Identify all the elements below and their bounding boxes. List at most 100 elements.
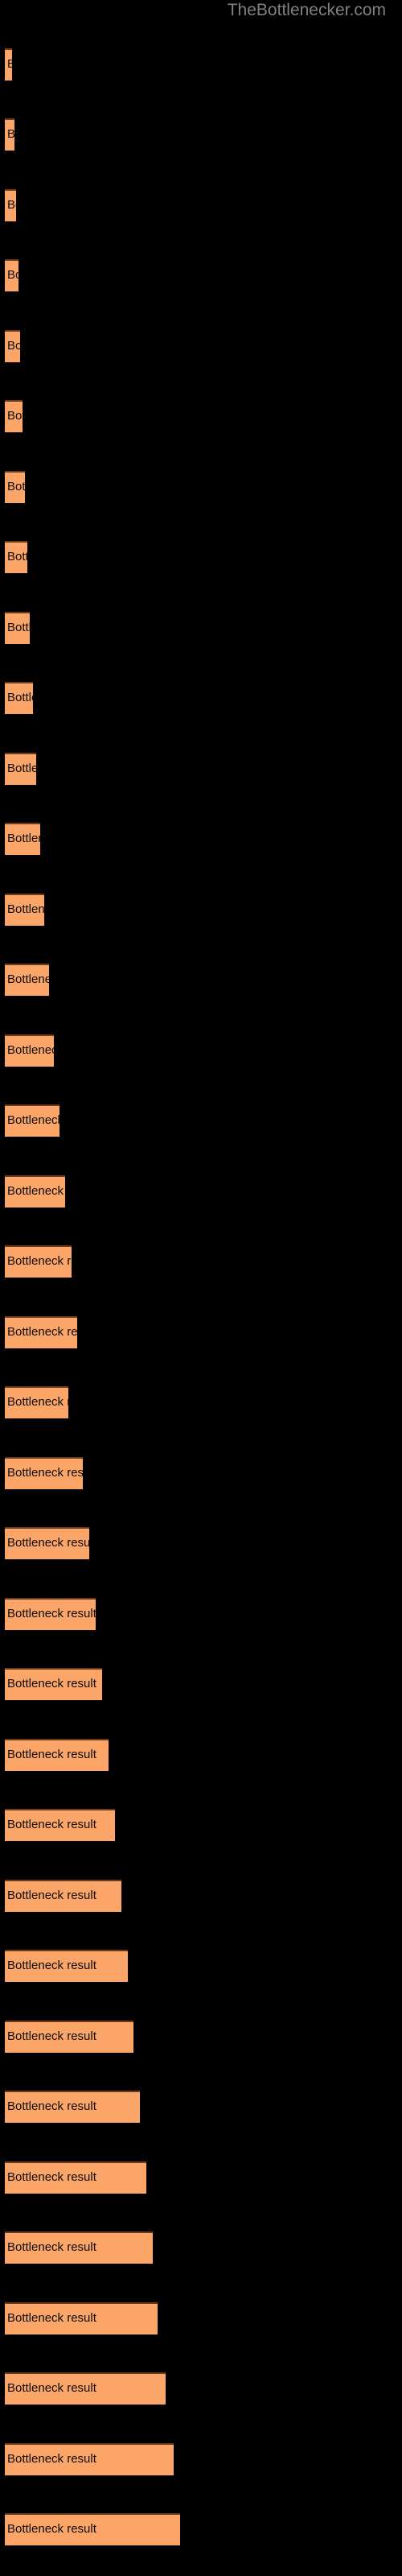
bar-label: Bottleneck result (7, 409, 23, 423)
bar-label: Bottleneck result (7, 2170, 96, 2184)
bar-label: Bottleneck result (7, 550, 27, 564)
bar-label: Bottleneck result (7, 198, 16, 212)
bar-label: Bottleneck result (7, 268, 18, 282)
bar-row: Bottleneck result (0, 823, 402, 857)
bar: Bottleneck result (5, 2231, 153, 2264)
bar: Bottleneck result (5, 823, 40, 855)
bar-row: Bottleneck result (0, 1175, 402, 1209)
bar: Bottleneck result (5, 2161, 146, 2194)
bar-row: Bottleneck result (0, 682, 402, 716)
bar-row: Bottleneck result (0, 894, 402, 927)
bar-row: Bottleneck result (0, 1104, 402, 1138)
bar-row: Bottleneck result (0, 1316, 402, 1350)
bar: Bottleneck result (5, 612, 30, 644)
bar: Bottleneck result (5, 682, 33, 714)
bar: Bottleneck result (5, 1950, 128, 1982)
bar: Bottleneck result (5, 2302, 158, 2334)
bar-label: Bottleneck result (7, 127, 14, 142)
bar-label: Bottleneck result (7, 621, 30, 634)
bar-label: Bottleneck result (7, 691, 33, 704)
bar-label: Bottleneck result (7, 1677, 96, 1690)
bar-row: Bottleneck result (0, 2443, 402, 2477)
bar-label: Bottleneck result (7, 1818, 96, 1831)
bar-label: Bottleneck result (7, 1607, 96, 1620)
bar-row: Bottleneck result (0, 189, 402, 223)
bar-label: Bottleneck result (7, 1748, 96, 1761)
bar-row: Bottleneck result (0, 2021, 402, 2054)
bar: Bottleneck result (5, 1175, 65, 1208)
bar-label: Bottleneck result (7, 2452, 96, 2466)
bar: Bottleneck result (5, 1809, 115, 1841)
bar-label: Bottleneck result (7, 1959, 96, 1972)
bar: Bottleneck result (5, 2513, 180, 2545)
bar-row: Bottleneck result (0, 2302, 402, 2336)
bar-row: Bottleneck result (0, 48, 402, 82)
bar-row: Bottleneck result (0, 2161, 402, 2195)
bar-label: Bottleneck result (7, 1254, 72, 1268)
bar-chart: Bottleneck result Bottleneck result Bottle… (0, 0, 402, 2576)
bar-label: Bottleneck result (7, 1043, 54, 1057)
bar-row: Bottleneck result (0, 541, 402, 575)
bar-row: Bottleneck result (0, 330, 402, 364)
bar: Bottleneck result (5, 2443, 174, 2475)
bar: Bottleneck result (5, 1034, 54, 1067)
bar: Bottleneck result (5, 48, 12, 80)
bar-label: Bottleneck result (7, 57, 12, 72)
bar: Bottleneck result (5, 1880, 121, 1912)
bar-row: Bottleneck result (0, 1245, 402, 1279)
bar: Bottleneck result (5, 330, 20, 362)
bar-label: Bottleneck result (7, 902, 44, 916)
bar: Bottleneck result (5, 1527, 89, 1559)
bar: Bottleneck result (5, 1598, 96, 1630)
bar: Bottleneck result (5, 1245, 72, 1278)
bar-row: Bottleneck result (0, 1034, 402, 1068)
bar: Bottleneck result (5, 471, 25, 503)
bar: Bottleneck result (5, 1386, 68, 1418)
bar: Bottleneck result (5, 1739, 109, 1771)
bar-row: Bottleneck result (0, 2513, 402, 2547)
bar-label: Bottleneck result (7, 1184, 65, 1198)
bar-row: Bottleneck result (0, 2091, 402, 2124)
bar-row: Bottleneck result (0, 1809, 402, 1843)
bar-label: Bottleneck result (7, 1325, 77, 1339)
bar-row: Bottleneck result (0, 2231, 402, 2265)
bar-row: Bottleneck result (0, 400, 402, 434)
bar: Bottleneck result (5, 1457, 83, 1489)
bar: Bottleneck result (5, 753, 36, 785)
bar-row: Bottleneck result (0, 1739, 402, 1773)
bar-row: Bottleneck result (0, 2372, 402, 2406)
bar-label: Bottleneck result (7, 1889, 96, 1902)
bar-row: Bottleneck result (0, 471, 402, 505)
bar-label: Bottleneck result (7, 339, 20, 353)
bar-label: Bottleneck result (7, 2381, 96, 2395)
bar-label: Bottleneck result (7, 2522, 96, 2536)
bar: Bottleneck result (5, 964, 49, 996)
bar: Bottleneck result (5, 1104, 59, 1137)
bar-row: Bottleneck result (0, 964, 402, 997)
bar-label: Bottleneck result (7, 480, 25, 493)
bar: Bottleneck result (5, 2021, 133, 2053)
bar-label: Bottleneck result (7, 1466, 83, 1480)
bar-label: Bottleneck result (7, 1395, 68, 1409)
bar: Bottleneck result (5, 118, 14, 151)
bar-row: Bottleneck result (0, 1668, 402, 1702)
bar: Bottleneck result (5, 259, 18, 291)
bar-row: Bottleneck result (0, 1386, 402, 1420)
bar-row: Bottleneck result (0, 1950, 402, 1984)
bar-label: Bottleneck result (7, 1113, 59, 1127)
bar-row: Bottleneck result (0, 1457, 402, 1491)
bar-row: Bottleneck result (0, 1527, 402, 1561)
bar-row: Bottleneck result (0, 1880, 402, 1913)
bar-label: Bottleneck result (7, 972, 49, 986)
bar-label: Bottleneck result (7, 1536, 89, 1550)
bar: Bottleneck result (5, 894, 44, 926)
bar: Bottleneck result (5, 189, 16, 221)
bar: Bottleneck result (5, 2372, 166, 2405)
bar-row: Bottleneck result (0, 259, 402, 293)
bar-label: Bottleneck result (7, 2099, 96, 2113)
bar-row: Bottleneck result (0, 118, 402, 152)
bar-row: Bottleneck result (0, 753, 402, 786)
bar: Bottleneck result (5, 400, 23, 432)
chart-page: TheBottlenecker.com Bottleneck resultBot… (0, 0, 402, 2576)
bar: Bottleneck result (5, 2091, 140, 2123)
